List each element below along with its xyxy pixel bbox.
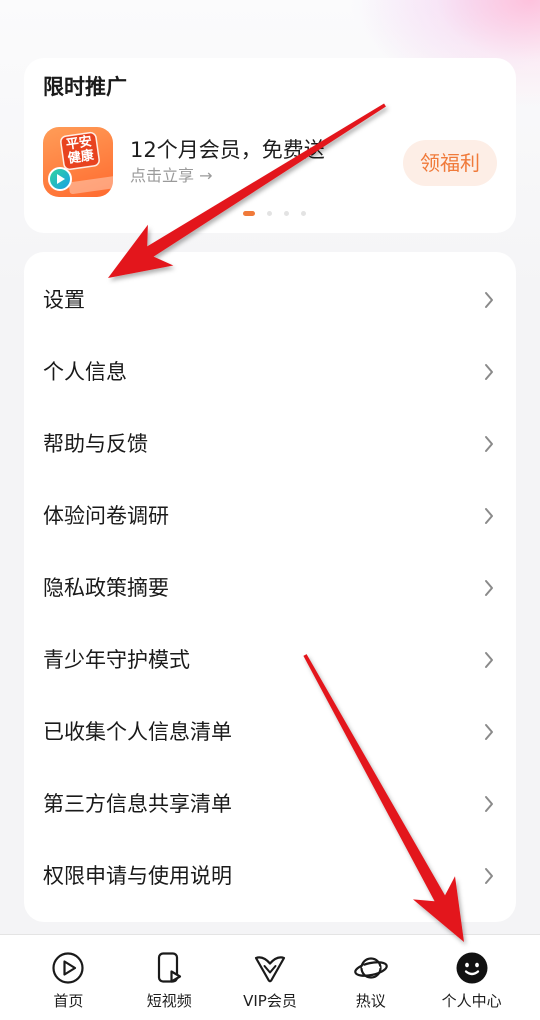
chevron-right-icon bbox=[485, 724, 493, 740]
menu-item-privacy-summary[interactable]: 隐私政策摘要 bbox=[24, 552, 516, 624]
menu-item-third-party-sharing-list[interactable]: 第三方信息共享清单 bbox=[24, 768, 516, 840]
tab-label: 个人中心 bbox=[441, 992, 502, 1010]
menu-item-survey[interactable]: 体验问卷调研 bbox=[24, 480, 516, 552]
tab-short-video[interactable]: 短视频 bbox=[119, 935, 220, 1020]
short-video-icon bbox=[158, 952, 182, 983]
app-icon-logo-line2: 健康 bbox=[66, 148, 95, 167]
carousel-dot bbox=[301, 211, 306, 216]
chevron-right-icon bbox=[485, 868, 493, 884]
app-icon-play-icon bbox=[48, 167, 72, 191]
promo-card: 限时推广 平安 健康 12个月会员，免费送 点击立享 → 领福利 bbox=[24, 58, 516, 233]
chevron-right-icon bbox=[485, 508, 493, 524]
tab-label: 首页 bbox=[53, 992, 84, 1010]
carousel-dots bbox=[243, 211, 306, 216]
menu-item-personal-info[interactable]: 个人信息 bbox=[24, 336, 516, 408]
chevron-right-icon bbox=[485, 364, 493, 380]
promo-headline: 12个月会员，免费送 bbox=[130, 138, 325, 162]
app-icon-ribbon bbox=[68, 175, 113, 195]
menu-item-permissions-guide[interactable]: 权限申请与使用说明 bbox=[24, 840, 516, 912]
menu-item-help-feedback[interactable]: 帮助与反馈 bbox=[24, 408, 516, 480]
claim-benefit-button[interactable]: 领福利 bbox=[403, 140, 497, 186]
menu-item-label: 第三方信息共享清单 bbox=[43, 792, 232, 816]
tab-home[interactable]: 首页 bbox=[18, 935, 119, 1020]
app-icon-logo-text: 平安 健康 bbox=[60, 132, 100, 170]
menu-item-teen-mode[interactable]: 青少年守护模式 bbox=[24, 624, 516, 696]
menu-item-label: 体验问卷调研 bbox=[43, 504, 169, 528]
tab-label: 短视频 bbox=[146, 992, 192, 1010]
menu-item-settings[interactable]: 设置 bbox=[24, 264, 516, 336]
promo-subtext: 点击立享 → bbox=[130, 166, 213, 185]
chevron-right-icon bbox=[485, 796, 493, 812]
play-circle-icon bbox=[52, 952, 84, 984]
chevron-right-icon bbox=[485, 292, 493, 308]
tab-label: 热议 bbox=[355, 992, 386, 1010]
menu-item-label: 个人信息 bbox=[43, 360, 127, 384]
menu-item-label: 青少年守护模式 bbox=[43, 648, 190, 672]
promo-section-title: 限时推广 bbox=[43, 75, 127, 99]
menu-item-label: 权限申请与使用说明 bbox=[43, 864, 232, 888]
tab-vip[interactable]: VIP会员 bbox=[220, 935, 321, 1020]
menu-item-collected-info-list[interactable]: 已收集个人信息清单 bbox=[24, 696, 516, 768]
chevron-right-icon bbox=[485, 580, 493, 596]
tab-discussion[interactable]: 热议 bbox=[320, 935, 421, 1020]
settings-menu: 设置 个人信息 帮助与反馈 体验问卷调研 隐私政策摘要 青少年守护模式 已收集个… bbox=[24, 252, 516, 922]
carousel-dot-active bbox=[243, 211, 255, 216]
chevron-right-icon bbox=[485, 436, 493, 452]
carousel-dot bbox=[284, 211, 289, 216]
menu-item-label: 帮助与反馈 bbox=[43, 432, 148, 456]
smiley-face-icon bbox=[456, 952, 488, 984]
carousel-dot bbox=[267, 211, 272, 216]
vip-crown-icon bbox=[254, 956, 286, 983]
chevron-right-icon bbox=[485, 652, 493, 668]
tab-label: VIP会员 bbox=[243, 992, 297, 1010]
planet-icon bbox=[353, 957, 388, 979]
menu-item-label: 已收集个人信息清单 bbox=[43, 720, 232, 744]
promo-banner[interactable]: 平安 健康 12个月会员，免费送 点击立享 → 领福利 bbox=[24, 118, 516, 208]
bottom-tab-bar: 首页 短视频 VIP会员 热议 个人中心 bbox=[0, 934, 540, 1020]
menu-item-label: 隐私政策摘要 bbox=[43, 576, 169, 600]
tab-profile[interactable]: 个人中心 bbox=[421, 935, 522, 1020]
menu-item-label: 设置 bbox=[43, 288, 85, 312]
promo-app-icon: 平安 健康 bbox=[43, 127, 113, 197]
